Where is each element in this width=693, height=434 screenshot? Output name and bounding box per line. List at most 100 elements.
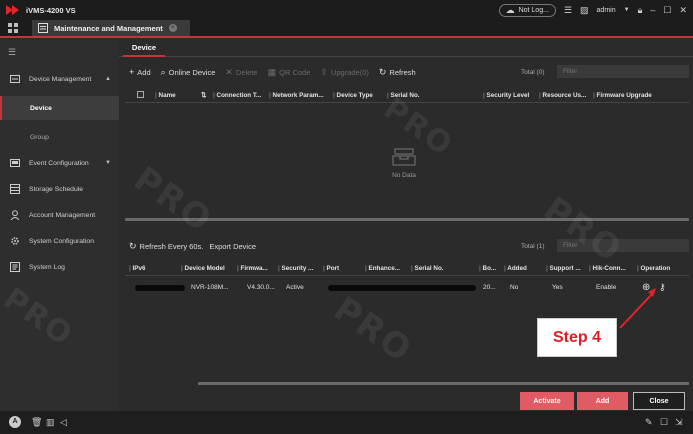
delete-icon: ✕	[225, 66, 233, 77]
no-data-placeholder: No Data	[379, 148, 429, 179]
upgrade-icon: ⇪	[320, 66, 328, 77]
sidebar: ☰ Device Management ▲ Device Group Event…	[0, 40, 119, 411]
no-data-text: No Data	[392, 172, 416, 179]
column-header-resource-usage[interactable]: | Resource Us...	[539, 92, 586, 99]
column-header-security[interactable]: | Security ...	[278, 265, 313, 272]
column-header-device-type[interactable]: | Device Type	[333, 92, 373, 99]
top-horizontal-scrollbar[interactable]	[125, 218, 689, 221]
column-header-ipv6[interactable]: | IPv6	[129, 265, 145, 272]
add-label: Add	[137, 67, 151, 77]
maximize-icon[interactable]: ☐	[663, 5, 671, 15]
column-header-serial[interactable]: | Serial No.	[411, 265, 444, 272]
column-header-firmware[interactable]: | Firmwa...	[237, 265, 268, 272]
device-management-icon	[10, 75, 20, 83]
login-status-button[interactable]: ☁ Not Log...	[498, 3, 556, 17]
close-button[interactable]: Close	[633, 392, 685, 410]
select-all-checkbox[interactable]	[137, 91, 144, 98]
column-header-firmware-upgrade[interactable]: | Firmware Upgrade	[593, 92, 652, 99]
qr-code-icon: ▦	[267, 66, 277, 77]
subtab-bar: Device	[119, 40, 693, 57]
tab-maintenance-management[interactable]: Maintenance and Management ×	[32, 20, 190, 36]
column-header-name[interactable]: | Name	[155, 92, 176, 99]
account-icon	[10, 210, 20, 220]
sidebar-item-system-configuration[interactable]: System Configuration	[0, 230, 119, 252]
column-header-security-level[interactable]: | Security Level	[483, 92, 529, 99]
image-icon[interactable]: ▨	[580, 5, 589, 15]
refresh-button[interactable]: ↻ Refresh	[379, 67, 416, 78]
sidebar-item-device[interactable]: Device	[0, 96, 119, 120]
online-filter-input[interactable]: Filter	[557, 239, 689, 252]
delete-button[interactable]: ✕ Delete	[225, 67, 257, 78]
column-header-support[interactable]: | Support ...	[546, 265, 581, 272]
column-header-port[interactable]: | Port	[323, 265, 339, 272]
user-label[interactable]: admin	[597, 7, 616, 14]
sidebar-item-account-management[interactable]: Account Management	[0, 204, 119, 226]
column-header-hik-connect[interactable]: | Hik-Conn...	[589, 265, 626, 272]
cell-firmware: V4.30.0...	[247, 284, 275, 291]
minimize-icon[interactable]: –	[650, 5, 655, 15]
refresh-interval-label: Refresh Every 60s.	[139, 241, 204, 251]
redacted-ipv6	[135, 285, 185, 291]
add-button[interactable]: Add	[577, 392, 628, 410]
refresh-interval-button[interactable]: ↻ Refresh Every 60s.	[129, 241, 203, 252]
tab-close-icon[interactable]: ×	[168, 24, 177, 32]
column-header-network[interactable]: | Network Param...	[269, 92, 324, 99]
sidebar-item-event-configuration[interactable]: Event Configuration ▼	[0, 152, 119, 174]
fullscreen-icon[interactable]: ⇲	[675, 417, 683, 428]
online-total-count: Total (1)	[521, 243, 545, 250]
qr-code-button[interactable]: ▦ QR Code	[268, 67, 311, 78]
module-grid-icon[interactable]	[8, 23, 19, 34]
online-device-label: Online Device	[168, 67, 216, 77]
search-icon: ⌕	[160, 66, 166, 77]
device-total-count: Total (0)	[521, 69, 545, 76]
sidebar-item-system-log[interactable]: System Log	[0, 256, 119, 278]
module-tab-bar: Maintenance and Management ×	[0, 20, 693, 38]
refresh-icon: ↻	[378, 66, 387, 77]
redacted-port-serial	[328, 285, 476, 291]
add-device-button[interactable]: + Add	[129, 67, 151, 77]
chevron-down-icon[interactable]: ▼	[624, 7, 630, 13]
bottom-horizontal-scrollbar[interactable]	[198, 382, 689, 385]
sort-icon[interactable]: ⇅	[201, 92, 206, 99]
device-filter-input[interactable]: Filter	[557, 65, 689, 78]
online-device-button[interactable]: ⌕ Online Device	[161, 67, 216, 78]
activate-button[interactable]: Activate	[520, 392, 574, 410]
sidebar-collapse-icon[interactable]: ☰	[8, 47, 16, 58]
event-config-icon	[10, 159, 20, 167]
sidebar-item-device-management[interactable]: Device Management ▲	[0, 68, 119, 90]
empty-tray-icon	[392, 148, 416, 166]
pin-icon[interactable]: ✎	[645, 417, 653, 428]
cell-security: Active	[286, 284, 304, 291]
upgrade-label: Upgrade(0)	[330, 67, 369, 77]
column-header-enhanced[interactable]: | Enhance...	[365, 265, 400, 272]
tab-device[interactable]: Device	[123, 40, 165, 57]
delete-label: Delete	[235, 67, 258, 77]
export-device-button[interactable]: Export Device	[209, 242, 256, 251]
upgrade-button[interactable]: ⇪ Upgrade(0)	[320, 67, 368, 78]
column-header-added[interactable]: | Added	[504, 265, 527, 272]
device-table-header: | Name ⇅ | Connection T... | Network Par…	[125, 88, 689, 103]
alarm-icon[interactable]: A	[9, 416, 21, 428]
close-icon[interactable]: ✕	[679, 5, 687, 15]
sidebar-item-label: Group	[30, 133, 49, 141]
tab-label: Maintenance and Management	[54, 23, 163, 33]
column-header-serial[interactable]: | Serial No.	[387, 92, 420, 99]
sidebar-item-group[interactable]: Group	[0, 125, 119, 149]
lock-icon[interactable]: 🔒︎	[638, 5, 643, 15]
sidebar-item-storage-schedule[interactable]: Storage Schedule	[0, 178, 119, 200]
audio-icon[interactable]: ◁	[60, 417, 67, 428]
chevron-up-icon: ▲	[105, 76, 111, 82]
column-header-connection[interactable]: | Connection T...	[213, 92, 261, 99]
column-header-boot[interactable]: | Bo...	[479, 265, 496, 272]
sidebar-item-label: Account Management	[29, 211, 96, 219]
sidebar-item-label: Storage Schedule	[29, 185, 84, 193]
menu-list-icon[interactable]: ☰	[564, 5, 572, 15]
login-status-label: Not Log...	[518, 6, 549, 14]
sidebar-item-label: System Configuration	[29, 237, 94, 245]
sidebar-item-label: Device	[30, 104, 52, 112]
storage-schedule-icon	[10, 184, 20, 194]
window-icon[interactable]: ☐	[660, 417, 668, 428]
record-icon[interactable]: ▥	[46, 417, 55, 428]
trash-icon[interactable]: 🗑︎	[31, 417, 42, 428]
column-header-device-model[interactable]: | Device Model	[181, 265, 225, 272]
